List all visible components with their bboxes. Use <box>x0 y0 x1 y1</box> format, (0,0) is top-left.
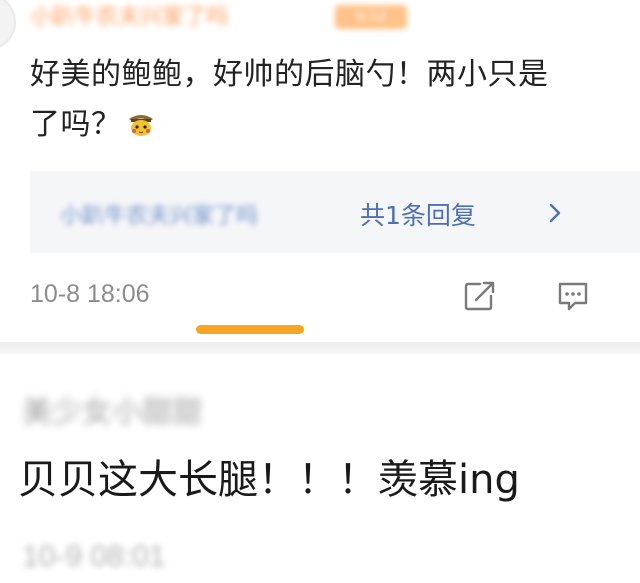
reply-author[interactable]: 小趴牛农夫兴家了吗 <box>60 198 258 230</box>
comment-text-tail: 了吗？ <box>30 107 122 142</box>
scroll-indicator <box>196 325 304 334</box>
comment-text: 好美的鲍鲍，好帅的后脑勺！两小只是 了吗？ <box>30 50 636 150</box>
comment-timestamp: 10-8 18:06 <box>30 280 150 308</box>
comment-text-line: 了吗？ <box>30 100 636 150</box>
chevron-right-icon[interactable] <box>548 202 562 224</box>
comment-feed: 小趴牛农夫兴家了吗 lv.12 好美的鲍鲍，好帅的后脑勺！两小只是 了吗？ 小趴… <box>0 0 640 583</box>
comment-icon[interactable] <box>556 280 590 312</box>
reply-count-link[interactable]: 共1条回复 <box>360 196 476 232</box>
section-divider <box>0 342 640 354</box>
comment-text-line: 好美的鲍鲍，好帅的后脑勺！两小只是 <box>30 57 549 92</box>
share-icon[interactable] <box>463 280 497 312</box>
comment-timestamp: 10-9 08:01 <box>22 540 166 573</box>
comment-username[interactable]: 小趴牛农夫兴家了吗 <box>30 4 228 32</box>
comment-username[interactable]: 美少女小甜甜 <box>22 387 202 431</box>
avatar[interactable] <box>0 0 16 50</box>
pikachu-detective-emoji <box>128 115 153 136</box>
comment-text: 贝贝这大长腿！！！羡慕ing <box>18 457 520 503</box>
reply-preview[interactable]: 小趴牛农夫兴家了吗 共1条回复 <box>30 171 640 253</box>
user-level-badge: lv.12 <box>335 5 407 29</box>
